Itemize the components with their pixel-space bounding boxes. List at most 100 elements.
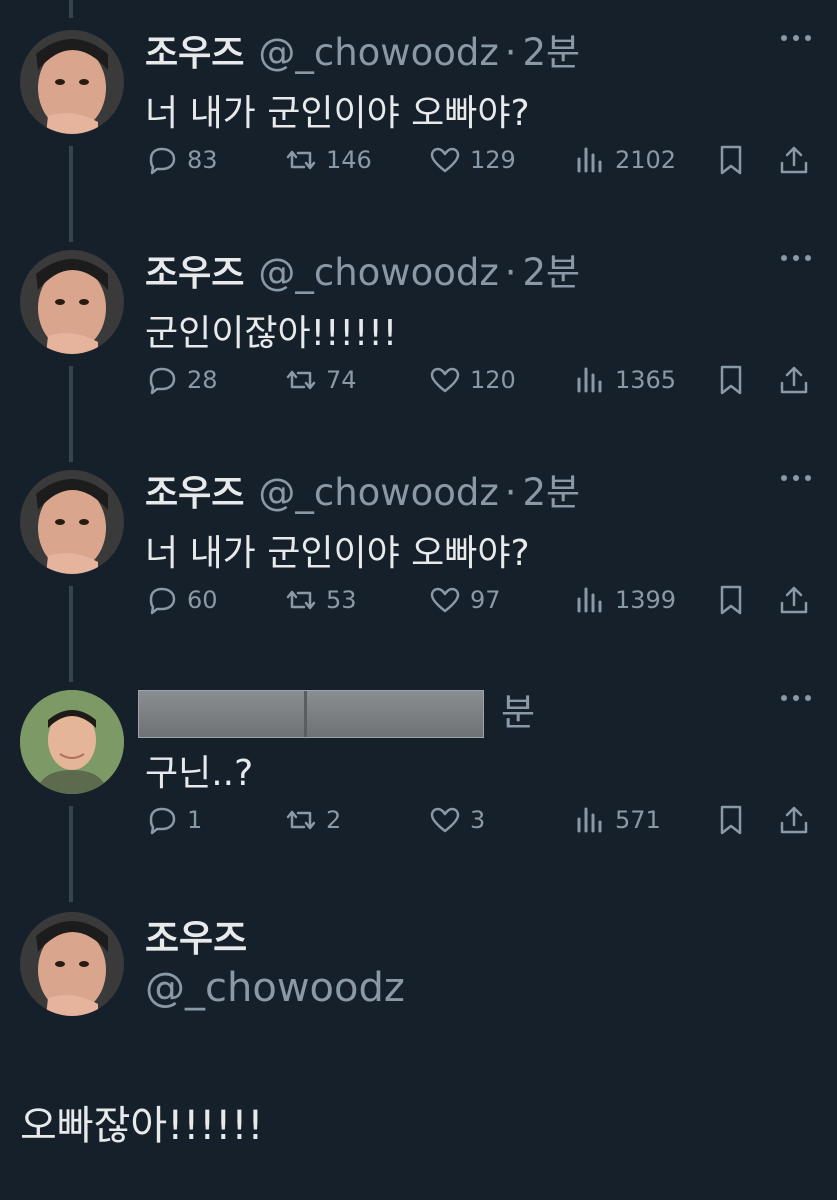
reply-icon [149, 807, 176, 835]
retweet-count: 146 [326, 146, 372, 174]
more-icon[interactable] [779, 30, 813, 46]
timestamp[interactable]: 분 [501, 682, 535, 736]
timestamp[interactable]: 2분 [523, 242, 581, 296]
views-icon [577, 807, 602, 833]
bookmark-icon [720, 365, 742, 395]
tweet[interactable]: 조우즈 @_chowoodz · 2분 너 내가 군인이야 오빠야? 60 53… [0, 440, 837, 660]
reply-button[interactable]: 1 [145, 800, 202, 840]
share-button[interactable] [777, 360, 819, 400]
reply-icon [149, 587, 176, 615]
reply-count: 60 [187, 586, 218, 614]
bookmark-icon [720, 145, 742, 175]
share-icon [780, 366, 808, 394]
redaction-block [138, 690, 484, 738]
avatar[interactable] [20, 470, 124, 574]
views-icon [577, 367, 602, 393]
bookmark-button[interactable] [714, 360, 756, 400]
bookmark-icon [720, 805, 742, 835]
share-button[interactable] [777, 800, 819, 840]
tweet[interactable]: 조우즈 @_chowoodz · 2분 군인이잖아!!!!!! 28 74 12… [0, 220, 837, 440]
more-icon[interactable] [779, 690, 813, 706]
share-icon [780, 146, 808, 174]
share-button[interactable] [777, 140, 819, 180]
retweet-icon [286, 150, 316, 170]
tweet-text: 너 내가 군인이야 오빠야? [145, 93, 530, 134]
retweet-count: 2 [326, 806, 342, 834]
views-button[interactable]: 1365 [573, 360, 676, 400]
like-button[interactable]: 3 [428, 800, 485, 840]
share-icon [780, 586, 808, 614]
retweet-button[interactable]: 74 [284, 360, 357, 400]
redaction-seam [304, 691, 307, 737]
reply-count: 28 [187, 366, 218, 394]
display-name[interactable]: 조우즈 [145, 24, 244, 76]
like-icon [430, 587, 460, 613]
action-bar: 83 146 129 2102 [0, 140, 837, 180]
display-name[interactable]: 조우즈 [145, 464, 244, 516]
views-count: 2102 [615, 146, 677, 174]
like-count: 97 [470, 586, 501, 614]
reply-button[interactable]: 83 [145, 140, 218, 180]
reply-icon [149, 367, 176, 395]
separator-dot: · [504, 31, 517, 74]
display-name[interactable]: 조우즈 [145, 244, 244, 296]
like-icon [430, 807, 460, 833]
reply-button[interactable]: 28 [145, 360, 218, 400]
action-bar: 1 2 3 571 [0, 800, 837, 840]
retweet-icon [286, 370, 316, 390]
share-icon [780, 806, 808, 834]
more-icon[interactable] [779, 250, 813, 266]
views-button[interactable]: 2102 [573, 140, 676, 180]
retweet-icon [286, 810, 316, 830]
tweet-text: 오빠잖아!!!!!! [20, 1103, 264, 1149]
avatar[interactable] [20, 912, 124, 1016]
action-bar: 60 53 97 1399 [0, 580, 837, 620]
separator-dot: · [504, 471, 517, 514]
views-button[interactable]: 571 [573, 800, 661, 840]
avatar[interactable] [20, 250, 124, 354]
like-button[interactable]: 120 [428, 360, 516, 400]
views-icon [577, 147, 602, 173]
bookmark-button[interactable] [714, 800, 756, 840]
user-handle[interactable]: @_chowoodz [145, 965, 405, 1011]
retweet-count: 53 [326, 586, 357, 614]
like-icon [430, 367, 460, 393]
views-count: 1365 [615, 366, 677, 394]
like-icon [430, 147, 460, 173]
retweet-button[interactable]: 2 [284, 800, 341, 840]
user-handle[interactable]: @_chowoodz [258, 31, 498, 74]
more-icon[interactable] [779, 470, 813, 486]
reply-count: 83 [187, 146, 218, 174]
like-count: 3 [470, 806, 486, 834]
reply-count: 1 [187, 806, 203, 834]
timestamp[interactable]: 2분 [523, 22, 581, 76]
views-button[interactable]: 1399 [573, 580, 676, 620]
reply-button[interactable]: 60 [145, 580, 218, 620]
bookmark-button[interactable] [714, 580, 756, 620]
retweet-button[interactable]: 53 [284, 580, 357, 620]
separator-dot: · [504, 251, 517, 294]
retweet-button[interactable]: 146 [284, 140, 372, 180]
display-name[interactable]: 조우즈 [145, 908, 247, 962]
share-button[interactable] [777, 580, 819, 620]
user-handle[interactable]: @_chowoodz [258, 471, 498, 514]
tweet-text: 너 내가 군인이야 오빠야? [145, 533, 530, 574]
like-button[interactable]: 129 [428, 140, 516, 180]
timestamp[interactable]: 2분 [523, 462, 581, 516]
tweet-text: 군인이잖아!!!!!! [145, 313, 398, 354]
views-count: 571 [615, 806, 661, 834]
tweet[interactable]: 조우즈 @_chowoodz · 2분 너 내가 군인이야 오빠야? 83 14… [0, 0, 837, 220]
like-button[interactable]: 97 [428, 580, 501, 620]
tweet-text: 구닌..? [145, 753, 254, 794]
views-count: 1399 [615, 586, 677, 614]
avatar[interactable] [20, 690, 124, 794]
views-icon [577, 587, 602, 613]
user-handle[interactable]: @_chowoodz [258, 251, 498, 294]
like-count: 129 [470, 146, 516, 174]
reply-icon [149, 147, 176, 175]
action-bar: 28 74 120 1365 [0, 360, 837, 400]
bookmark-icon [720, 585, 742, 615]
avatar[interactable] [20, 30, 124, 134]
like-count: 120 [470, 366, 516, 394]
bookmark-button[interactable] [714, 140, 756, 180]
